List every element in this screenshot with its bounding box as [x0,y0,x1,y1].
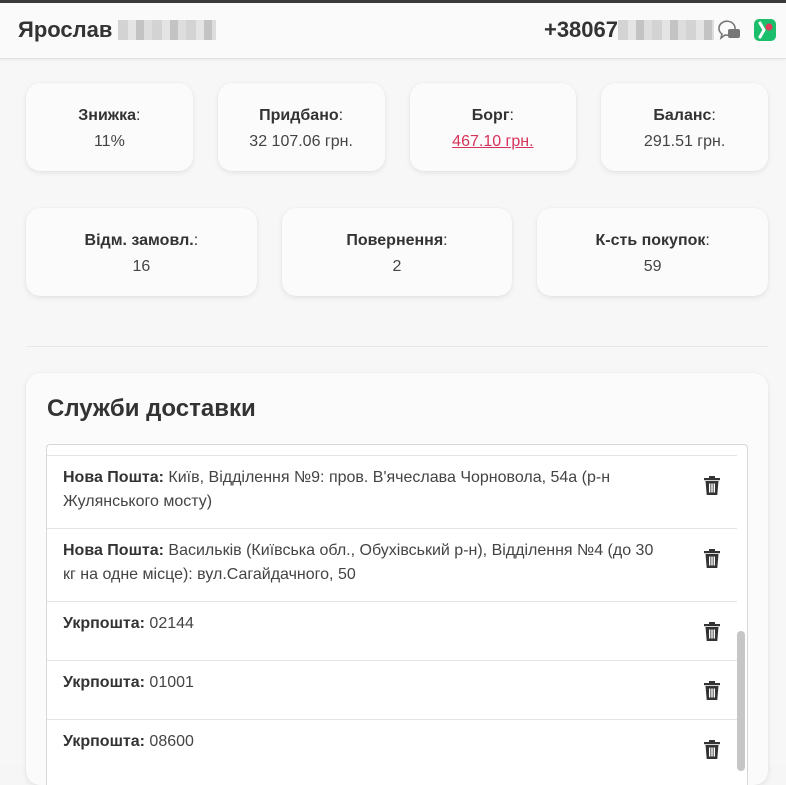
stat-label-text: Відм. замовл. [84,232,194,249]
carrier-name: Нова Пошта: [63,542,164,559]
stat-value: 11% [93,133,125,150]
debt-link[interactable]: 467.10 грн. [410,133,577,151]
redacted-phone [618,20,714,40]
stat-label: К-сть покупок: [595,232,710,249]
customer-name-text: Ярослав [18,17,113,42]
stat-label: Борг: [471,107,514,124]
stat-cancelled-orders: Відм. замовл.: 16 [26,208,257,296]
delivery-address: 01001 [149,674,194,691]
customer-phone[interactable]: +38067 [544,17,742,43]
delivery-item: Укрпошта: 01001 [47,660,737,719]
customer-name: Ярослав [18,17,217,43]
delivery-services-card: Служби доставки Нова Пошта: Київ, Відділ… [26,373,768,785]
carrier-name: Укрпошта: [63,733,145,750]
messenger-app-icon[interactable] [754,19,776,41]
delivery-item: Нова Пошта: Київ, Відділення №9: пров. В… [47,455,737,528]
trash-icon[interactable] [703,476,721,496]
list-scrollbar[interactable] [737,631,745,771]
divider [26,346,768,347]
carrier-name: Нова Пошта: [63,469,164,486]
stat-purchased: Придбано: 32 107.06 грн. [217,83,385,171]
delivery-item: Укрпошта: 08600 [47,719,737,778]
delivery-item: Нова Пошта: Васильків (Київська обл., Об… [47,528,737,601]
phone-text: +38067 [543,17,618,42]
stat-value: 16 [132,258,151,275]
stat-value: 59 [643,258,662,275]
delivery-item: Укрпошта: 02144 [47,601,737,660]
delivery-title: Служби доставки [47,395,256,422]
stat-label-text: Придбано [259,107,339,124]
stat-value: 2 [392,258,402,275]
trash-icon[interactable] [703,681,721,701]
stat-value: 291.51 грн. [643,133,726,150]
stat-label: Повернення: [346,232,448,249]
stat-label: Знижка: [78,107,141,124]
stat-balance: Баланс: 291.51 грн. [601,83,768,171]
stat-label-text: Знижка [78,107,137,124]
customer-window: Ярослав +38067 Знижка: 11% Придбано: 32 … [0,0,786,785]
stats-row-2: Відм. замовл.: 16 Повернення: 2 К-сть по… [26,208,769,296]
delivery-list-box[interactable]: Нова Пошта: Київ, Відділення №9: пров. В… [46,444,748,785]
stat-label-text: Борг [471,107,510,124]
delivery-list: Нова Пошта: Київ, Відділення №9: пров. В… [47,455,737,778]
delivery-address: 08600 [149,733,194,750]
stat-purchase-count: К-сть покупок: 59 [537,208,769,296]
stat-label-text: Повернення [346,232,444,249]
delivery-address: 02144 [149,615,194,632]
trash-icon[interactable] [703,549,721,569]
trash-icon[interactable] [703,622,721,642]
stat-label: Придбано: [259,107,344,124]
stat-label: Баланс: [653,107,716,124]
stat-label: Відм. замовл.: [84,232,199,249]
stats-row-1: Знижка: 11% Придбано: 32 107.06 грн. Бор… [26,83,768,171]
chat-icon[interactable] [716,18,742,42]
stat-discount: Знижка: 11% [26,83,193,171]
carrier-name: Укрпошта: [63,615,145,632]
trash-icon[interactable] [703,740,721,760]
stat-value: 32 107.06 грн. [249,133,353,150]
stat-debt: Борг: 467.10 грн. [409,83,577,171]
redacted-surname [118,20,217,40]
stat-label-text: Баланс [653,107,712,124]
stat-label-text: К-сть покупок [595,232,706,249]
customer-header: Ярослав +38067 [0,3,786,59]
stat-returns: Повернення: 2 [281,208,513,296]
carrier-name: Укрпошта: [63,674,145,691]
